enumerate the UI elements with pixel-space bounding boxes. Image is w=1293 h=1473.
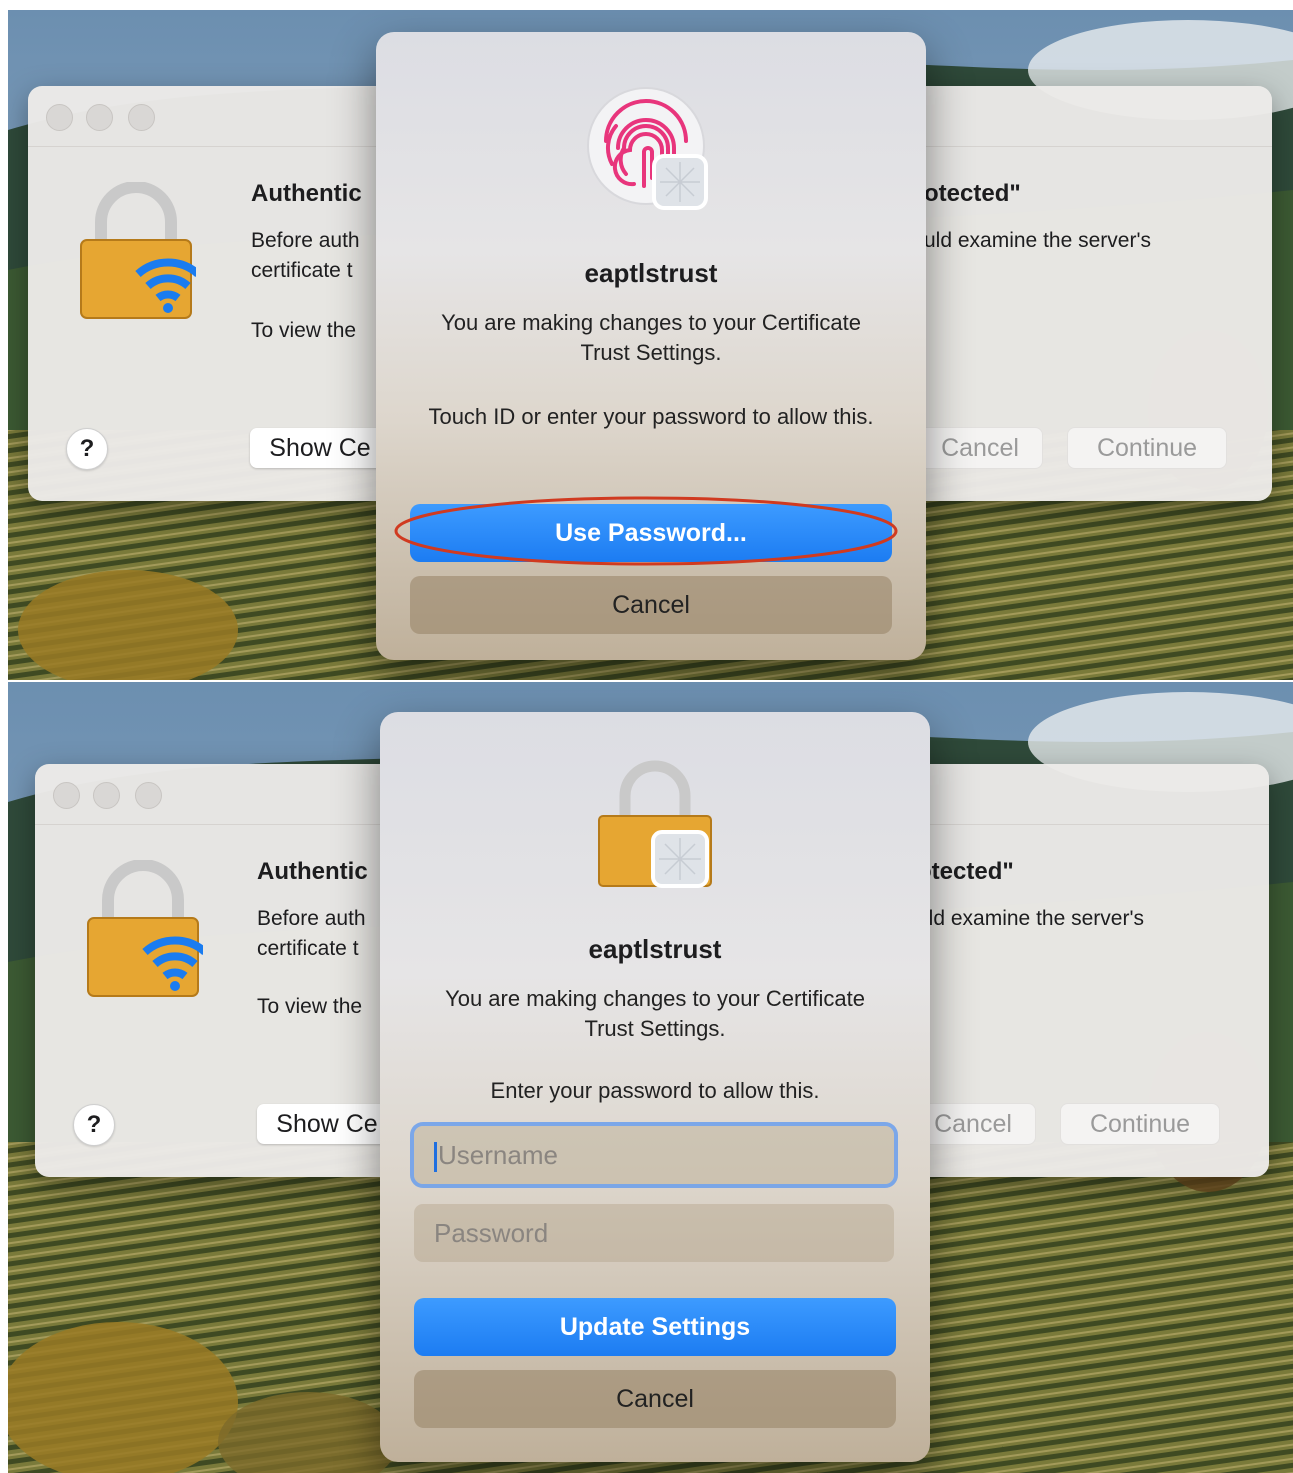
minimize-window-button[interactable] bbox=[93, 782, 120, 809]
window-continue-button[interactable]: Continue bbox=[1068, 428, 1226, 468]
help-button[interactable]: ? bbox=[66, 428, 108, 470]
window-title-left: Authentic bbox=[257, 858, 368, 885]
close-window-button[interactable] bbox=[46, 104, 73, 131]
dialog-prompt: Enter your password to allow this. bbox=[490, 1078, 820, 1103]
window-text-line-3: To view the bbox=[251, 319, 357, 342]
text-caret bbox=[434, 1142, 437, 1173]
show-certificate-button[interactable]: Show Ce bbox=[250, 428, 390, 468]
window-title-left: Authentic bbox=[251, 180, 362, 207]
update-settings-button[interactable]: Update Settings bbox=[414, 1298, 896, 1356]
authorization-dialog: eaptlstrust You are making changes to yo… bbox=[376, 32, 926, 660]
dialog-message: You are making changes to your Certifica… bbox=[441, 310, 861, 365]
dialog-cancel-button[interactable]: Cancel bbox=[414, 1370, 896, 1428]
zoom-window-button[interactable] bbox=[128, 104, 155, 131]
lock-icon bbox=[595, 760, 715, 895]
window-text-line-2: certificate t bbox=[251, 259, 353, 282]
screenshot-panel-touchid: Authentic otected" Before auth uld exami… bbox=[8, 10, 1293, 680]
window-text-line-2: certificate t bbox=[257, 937, 359, 960]
window-text-right: uld examine the server's bbox=[917, 907, 1144, 930]
window-title-right: otected" bbox=[924, 180, 1021, 207]
wifi-lock-icon bbox=[83, 859, 208, 1000]
screenshot-panel-password: Authentic otected" Before auth uld exami… bbox=[8, 682, 1293, 1473]
highlight-ellipse bbox=[394, 496, 898, 566]
show-certificate-button[interactable]: Show Ce bbox=[257, 1104, 397, 1144]
touchid-icon bbox=[586, 86, 716, 221]
dialog-title: eaptlstrust bbox=[584, 258, 718, 288]
password-placeholder: Password bbox=[434, 1218, 549, 1248]
window-text-line-1: Before auth bbox=[257, 907, 366, 930]
window-continue-button[interactable]: Continue bbox=[1061, 1104, 1219, 1144]
username-placeholder: Username bbox=[438, 1140, 558, 1170]
window-text-line-3: To view the bbox=[257, 995, 363, 1018]
dialog-message: You are making changes to your Certifica… bbox=[445, 986, 865, 1041]
minimize-window-button[interactable] bbox=[86, 104, 113, 131]
top-caption-strip bbox=[0, 0, 1293, 10]
username-field[interactable]: Username bbox=[414, 1126, 894, 1184]
window-text-right: uld examine the server's bbox=[924, 229, 1151, 252]
window-text-line-1: Before auth bbox=[251, 229, 360, 252]
window-title-right: otected" bbox=[917, 858, 1014, 885]
help-button[interactable]: ? bbox=[73, 1104, 115, 1146]
window-cancel-button[interactable]: Cancel bbox=[918, 428, 1042, 468]
wifi-lock-icon bbox=[76, 181, 201, 322]
close-window-button[interactable] bbox=[53, 782, 80, 809]
authorization-dialog: eaptlstrust You are making changes to yo… bbox=[380, 712, 930, 1462]
dialog-title: eaptlstrust bbox=[588, 934, 722, 964]
zoom-window-button[interactable] bbox=[135, 782, 162, 809]
dialog-cancel-button[interactable]: Cancel bbox=[410, 576, 892, 634]
dialog-prompt: Touch ID or enter your password to allow… bbox=[428, 404, 874, 429]
password-field[interactable]: Password bbox=[414, 1204, 894, 1262]
